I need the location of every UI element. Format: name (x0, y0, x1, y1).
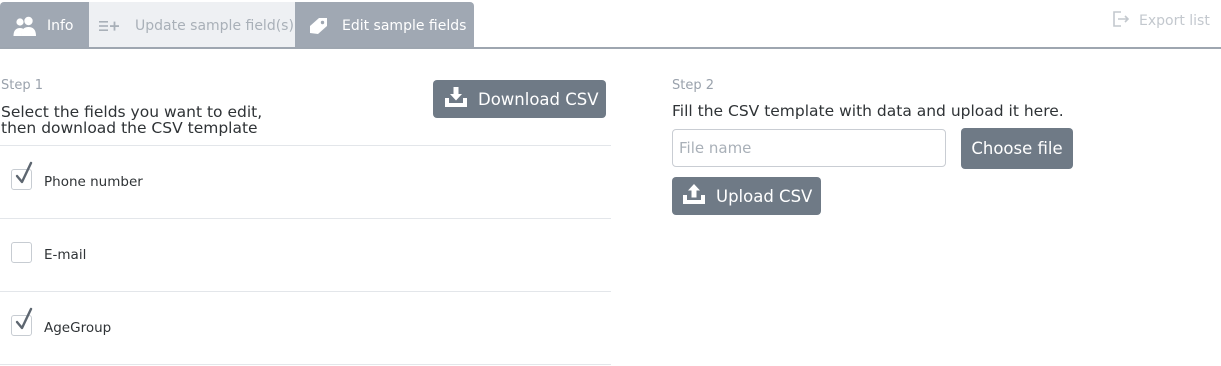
step1-instruction-line2: then download the CSV template (1, 119, 258, 137)
field-row-phone-number[interactable]: Phone number (0, 146, 611, 218)
field-row-email[interactable]: E-mail (0, 219, 611, 291)
tab-update-label: Update sample field(s) (135, 17, 294, 34)
email-checkbox[interactable] (11, 242, 32, 263)
agegroup-label: AgeGroup (44, 320, 112, 336)
upload-csv-button[interactable]: Upload CSV (672, 177, 821, 215)
download-icon (444, 86, 468, 112)
tab-info-label: Info (47, 17, 74, 34)
users-icon (12, 15, 38, 37)
download-csv-button[interactable]: Download CSV (433, 80, 606, 118)
phone-number-label: Phone number (44, 174, 143, 190)
step1-instruction-line1: Select the fields you want to edit, (1, 103, 263, 121)
upload-csv-label: Upload CSV (716, 186, 813, 206)
step2-instruction: Fill the CSV template with data and uplo… (672, 102, 1064, 120)
tab-bar-divider (0, 47, 1221, 49)
tab-edit-sample-fields[interactable]: Edit sample fields (295, 2, 474, 49)
choose-file-label: Choose file (971, 139, 1063, 158)
step1-label: Step 1 (1, 78, 44, 93)
export-list-button[interactable]: Export list (1112, 10, 1210, 32)
tab-edit-label: Edit sample fields (342, 17, 467, 34)
tag-icon (307, 16, 329, 36)
tab-bar: Info Update sample field(s) Edit sample … (0, 0, 1221, 50)
step1-instruction: Select the fields you want to edit, then… (1, 104, 381, 136)
phone-number-checkbox[interactable] (11, 161, 33, 190)
export-list-label: Export list (1139, 13, 1210, 29)
export-icon (1112, 10, 1130, 32)
upload-icon (682, 183, 706, 209)
choose-file-button[interactable]: Choose file (961, 128, 1073, 169)
list-add-icon (99, 19, 121, 33)
step2-label: Step 2 (672, 78, 715, 93)
tab-info[interactable]: Info (0, 2, 89, 49)
field-divider (0, 364, 611, 365)
tab-update-sample-fields[interactable]: Update sample field(s) (89, 2, 295, 49)
field-row-agegroup[interactable]: AgeGroup (0, 292, 611, 364)
download-csv-label: Download CSV (478, 89, 599, 109)
email-label: E-mail (44, 247, 87, 263)
agegroup-checkbox[interactable] (11, 307, 33, 336)
file-name-input[interactable] (672, 129, 946, 167)
